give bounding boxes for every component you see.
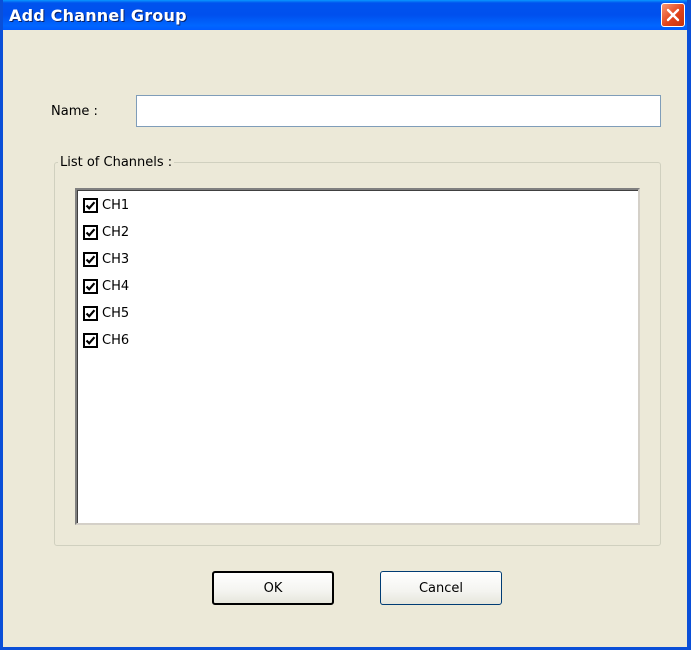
ch1-checkbox[interactable]: [83, 197, 98, 213]
list-item-ch3[interactable]: CH3: [83, 248, 129, 270]
dialog-window: Add Channel Group Name : List of Channel…: [0, 0, 691, 650]
name-label: Name :: [51, 104, 98, 119]
cancel-button[interactable]: Cancel: [380, 571, 502, 605]
ok-button[interactable]: OK: [212, 571, 334, 605]
ch4-label: CH4: [102, 278, 130, 294]
ch2-checkbox[interactable]: [83, 224, 98, 240]
ch5-checkbox[interactable]: [83, 305, 98, 321]
list-item-ch6[interactable]: CH6: [83, 329, 129, 351]
title-bar[interactable]: Add Channel Group: [3, 0, 687, 30]
dialog-title: Add Channel Group: [9, 6, 187, 25]
ch6-checkbox[interactable]: [83, 332, 98, 348]
ch3-label: CH3: [102, 251, 130, 267]
ch6-label: CH6: [102, 332, 130, 348]
ch1-label: CH1: [102, 197, 130, 213]
channel-list[interactable]: CH1 CH2 CH3 CH4 CH5 CH6: [75, 188, 640, 525]
list-item-ch5[interactable]: CH5: [83, 302, 129, 324]
ch5-label: CH5: [102, 305, 130, 321]
checkmark-icon: [85, 227, 96, 237]
ch4-checkbox[interactable]: [83, 278, 98, 294]
list-item-ch4[interactable]: CH4: [83, 275, 129, 297]
channels-group-label: List of Channels :: [58, 155, 175, 170]
list-item-ch1[interactable]: CH1: [83, 194, 129, 216]
ch2-label: CH2: [102, 224, 130, 240]
checkmark-icon: [85, 281, 96, 291]
list-item-ch2[interactable]: CH2: [83, 221, 129, 243]
checkmark-icon: [85, 254, 96, 264]
checkmark-icon: [85, 200, 96, 210]
checkmark-icon: [85, 335, 96, 345]
name-input[interactable]: [136, 95, 661, 127]
ch3-checkbox[interactable]: [83, 251, 98, 267]
checkmark-icon: [85, 308, 96, 318]
close-button[interactable]: [661, 3, 685, 27]
close-icon: [666, 8, 680, 22]
